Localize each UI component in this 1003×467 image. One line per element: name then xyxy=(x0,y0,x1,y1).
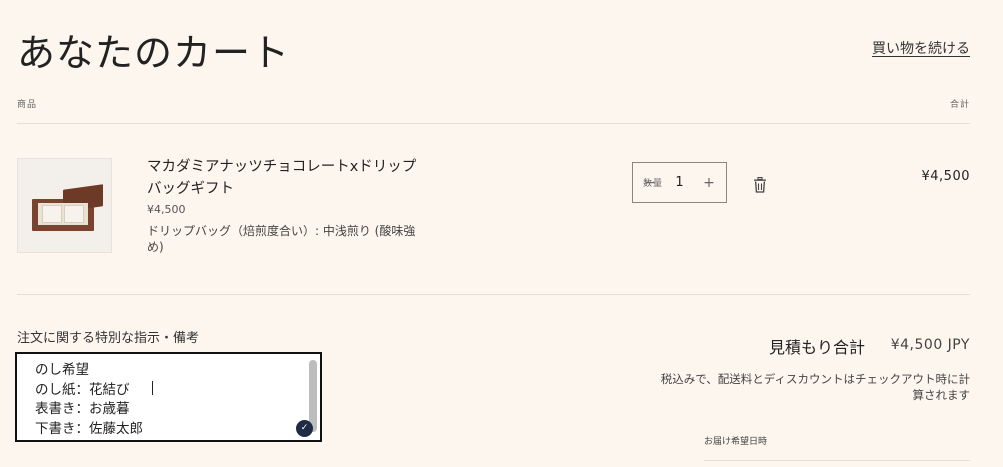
product-unit-price: ¥4,500 xyxy=(147,203,186,216)
column-header-total: 合計 xyxy=(949,100,970,110)
divider xyxy=(17,123,970,124)
text-caret xyxy=(152,381,153,395)
estimated-total-value: ¥4,500 JPY xyxy=(890,337,970,353)
product-name-link[interactable]: マカダミアナッツチョコレートxドリップバッグギフト xyxy=(147,156,417,200)
line-item-total: ¥4,500 xyxy=(921,169,970,184)
order-note-textarea[interactable]: のし希望 のし紙：花結び 表書き：お歳暮 下書き：佐藤太郎 ✓ xyxy=(15,352,322,442)
estimated-total-label: 見積もり合計 xyxy=(769,338,866,357)
drip-bag xyxy=(42,205,62,223)
decrease-quantity-button[interactable]: − xyxy=(643,175,657,191)
increase-quantity-button[interactable]: + xyxy=(702,175,716,191)
delivery-date-label: お届け希望日時 xyxy=(704,437,768,447)
note-line: のし希望 xyxy=(35,362,89,378)
cart-page: あなたのカート 買い物を続ける 商品 数量 合計 マカダミアナッツチョコレートx… xyxy=(0,0,1003,467)
column-header-product: 商品 xyxy=(17,100,38,110)
note-line: 下書き：佐藤太郎 xyxy=(35,421,143,437)
page-title: あなたのカート xyxy=(17,31,291,75)
trash-icon[interactable] xyxy=(753,177,767,193)
writing-assistant-icon[interactable]: ✓ xyxy=(296,420,313,437)
divider xyxy=(17,294,970,295)
product-image[interactable] xyxy=(17,158,112,253)
note-line: 表書き：お歳暮 xyxy=(35,401,130,417)
drip-bag xyxy=(64,205,84,223)
order-note-label: 注文に関する特別な指示・備考 xyxy=(17,331,200,346)
continue-shopping-link[interactable]: 買い物を続ける xyxy=(872,38,970,58)
quantity-stepper: − 1 + xyxy=(632,162,727,203)
quantity-input[interactable]: 1 xyxy=(675,175,683,190)
product-variant: ドリップバッグ（焙煎度合い）: 中浅煎り (酸味強め) xyxy=(147,224,416,254)
divider xyxy=(704,460,970,461)
tax-shipping-note: 税込みで、配送料とディスカウントはチェックアウト時に計算されます xyxy=(660,372,970,402)
note-line: のし紙：花結び xyxy=(35,382,130,398)
